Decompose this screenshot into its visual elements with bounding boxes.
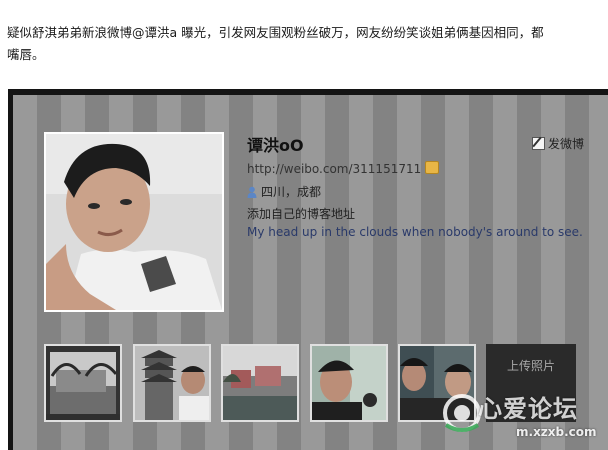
post-weibo-label: 发微博: [548, 137, 585, 151]
user-icon: [247, 186, 257, 198]
watermark-domain: m.xzxb.com: [516, 425, 597, 439]
profile-bio: My head up in the clouds when nobody's a…: [247, 225, 583, 239]
profile-avatar[interactable]: [44, 132, 224, 312]
article-line-1: 疑似舒淇弟弟新浪微博@谭洪a 曝光，引发网友围观粉丝破万，网友纷纷笑谈姐弟俩基因…: [7, 25, 544, 40]
album-thumb-3[interactable]: [221, 344, 299, 422]
pen-icon: [532, 137, 545, 150]
avatar-photo: [46, 134, 222, 310]
article-line-2: 嘴唇。: [7, 47, 45, 62]
watermark-text: 心爱论坛: [478, 394, 578, 423]
thumb-photo-3: [223, 346, 297, 420]
profile-url-row: http://weibo.com/311151711: [247, 161, 440, 176]
album-thumb-1[interactable]: [44, 344, 122, 422]
article-text: 疑似舒淇弟弟新浪微博@谭洪a 曝光，引发网友围观粉丝破万，网友纷纷笑谈姐弟俩基因…: [7, 22, 607, 66]
post-weibo-button[interactable]: 发微博: [532, 135, 584, 152]
album-thumb-2[interactable]: [133, 344, 211, 422]
profile-url[interactable]: http://weibo.com/311151711: [247, 162, 421, 176]
thumb-photo-1: [46, 346, 120, 420]
album-thumb-4[interactable]: [310, 344, 388, 422]
location-text: 四川，成都: [261, 185, 322, 199]
upload-photo-label: 上传照片: [506, 359, 555, 373]
profile-name: 谭洪oO: [247, 136, 304, 155]
add-blog-link[interactable]: 添加自己的博客地址: [247, 205, 355, 222]
thumb-photo-4: [312, 346, 386, 420]
badge-icon[interactable]: [425, 161, 440, 174]
site-watermark: 心爱论坛 m.xzxb.com: [440, 387, 608, 447]
location-row: 四川，成都: [247, 183, 321, 200]
thumb-photo-2: [135, 346, 209, 420]
